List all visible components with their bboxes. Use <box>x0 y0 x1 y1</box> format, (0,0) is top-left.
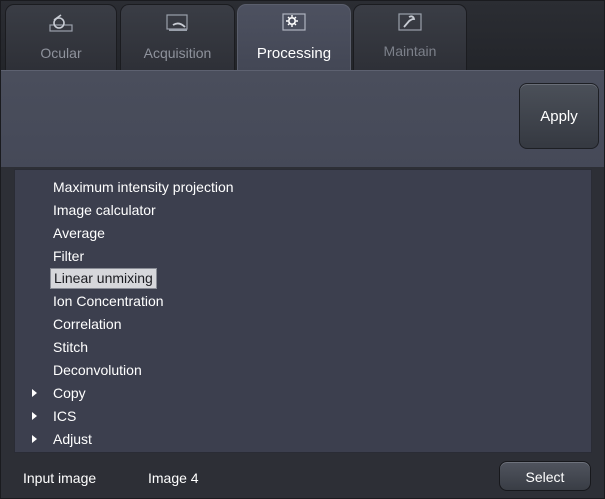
list-item[interactable]: Correlation <box>53 314 121 335</box>
list-item[interactable]: Filter <box>53 246 84 267</box>
tab-acquisition[interactable]: Acquisition <box>120 4 235 70</box>
apply-button[interactable]: Apply <box>519 83 599 149</box>
list-group-copy[interactable]: Copy <box>32 383 86 404</box>
select-button[interactable]: Select <box>499 461 591 491</box>
input-image-label: Input image <box>23 470 97 486</box>
tab-label-processing: Processing <box>256 45 332 62</box>
tab-ocular[interactable]: Ocular <box>5 4 117 70</box>
list-group-adjust[interactable]: Adjust <box>32 429 92 450</box>
wrench-icon <box>398 13 422 31</box>
tab-maintain[interactable]: Maintain <box>353 4 467 70</box>
processing-method-list[interactable]: Maximum intensity projection Image calcu… <box>14 169 592 453</box>
input-image-value: Image 4 <box>148 470 199 486</box>
list-group-ics[interactable]: ICS <box>32 406 76 427</box>
apply-panel: Apply <box>1 70 604 167</box>
list-item-selected[interactable]: Linear unmixing <box>50 268 157 289</box>
list-group-label: ICS <box>53 408 77 424</box>
processing-window: Ocular Acquisition Processing Maintain A… <box>0 0 605 499</box>
list-item[interactable]: Ion Concentration <box>53 291 164 312</box>
expand-arrow-icon[interactable] <box>32 389 37 397</box>
tab-label-ocular: Ocular <box>40 45 82 61</box>
tab-label-maintain: Maintain <box>383 43 437 59</box>
tab-processing[interactable]: Processing <box>237 4 351 70</box>
list-item[interactable]: Image calculator <box>53 200 156 221</box>
list-group-label: Adjust <box>53 431 92 447</box>
list-item[interactable]: Maximum intensity projection <box>53 177 234 198</box>
expand-arrow-icon[interactable] <box>32 435 37 443</box>
list-item[interactable]: Deconvolution <box>53 360 142 381</box>
list-item[interactable]: Stitch <box>53 337 88 358</box>
list-item[interactable]: Average <box>53 223 105 244</box>
tab-label-acquisition: Acquisition <box>143 45 212 61</box>
gear-icon <box>282 13 306 31</box>
tab-bar: Ocular Acquisition Processing Maintain <box>1 1 604 70</box>
acquisition-icon <box>165 14 188 31</box>
input-image-bar: Input image Image 4 Select <box>1 456 604 498</box>
eye-icon <box>49 14 73 32</box>
list-group-label: Copy <box>53 385 86 401</box>
expand-arrow-icon[interactable] <box>32 412 37 420</box>
